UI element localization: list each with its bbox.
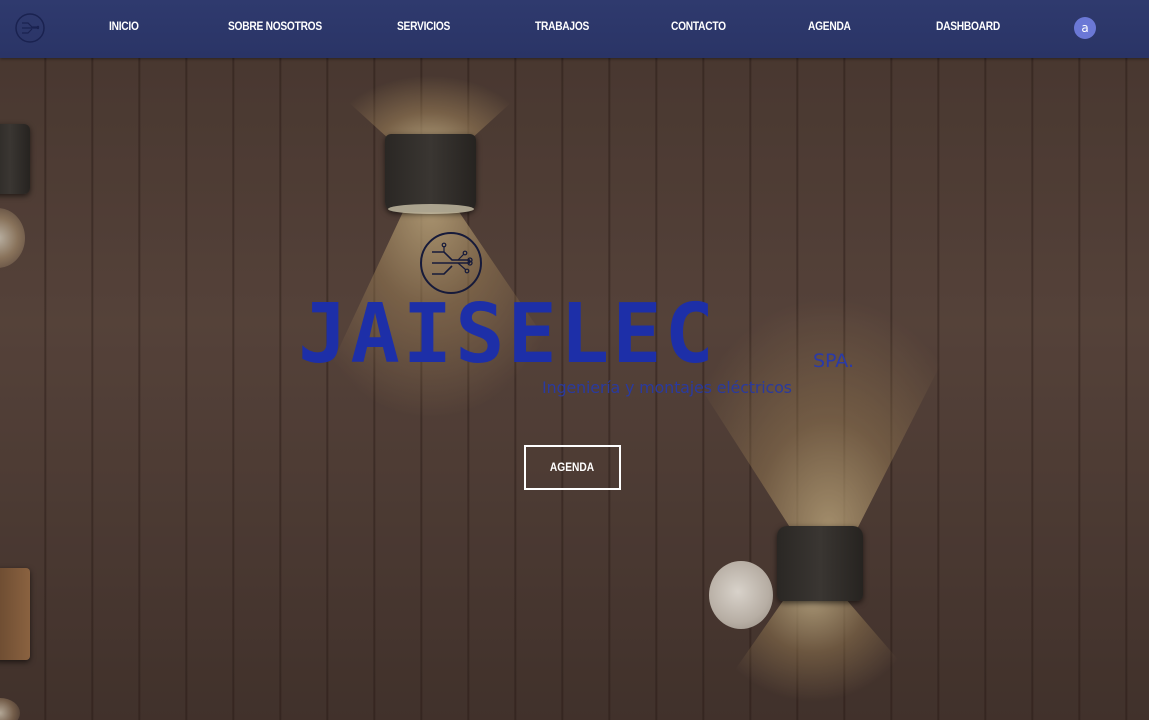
nav-link-inicio[interactable]: INICIO [109, 19, 139, 33]
nav-link-servicios[interactable]: SERVICIOS [397, 19, 450, 33]
upper-wall-lamp-rim [388, 204, 474, 214]
page: INICIO SOBRE NOSOTROS SERVICIOS TRABAJOS… [0, 0, 1149, 720]
circuit-emblem-icon [420, 232, 482, 294]
lower-wall-lamp [777, 526, 863, 601]
motion-sensor [709, 561, 773, 629]
agenda-cta-label: AGENDA [550, 460, 595, 474]
left-edge-lamp [0, 124, 30, 194]
nav-link-contacto[interactable]: CONTACTO [671, 19, 726, 33]
agenda-cta-button[interactable]: AGENDA [524, 445, 621, 490]
left-bottom-lamp-glow [0, 698, 20, 720]
upper-wall-lamp [385, 134, 476, 212]
nav-link-dashboard[interactable]: DASHBOARD [936, 19, 1000, 33]
nav-link-trabajos[interactable]: TRABAJOS [535, 19, 589, 33]
user-avatar[interactable]: a [1074, 17, 1096, 39]
jaiselec-circuit-logo-icon[interactable] [14, 12, 46, 44]
nav-link-sobre-nosotros[interactable]: SOBRE NOSOTROS [228, 19, 322, 33]
left-lamp-glow [0, 208, 25, 268]
top-navbar: INICIO SOBRE NOSOTROS SERVICIOS TRABAJOS… [0, 0, 1149, 58]
brand-name: JAISELEC [298, 287, 717, 382]
left-edge-lamp-lower [0, 568, 30, 660]
brand-suffix: SPA. [813, 350, 855, 372]
nav-link-agenda[interactable]: AGENDA [808, 19, 851, 33]
brand-tagline: Ingeniería y montajes eléctricos [542, 378, 792, 397]
